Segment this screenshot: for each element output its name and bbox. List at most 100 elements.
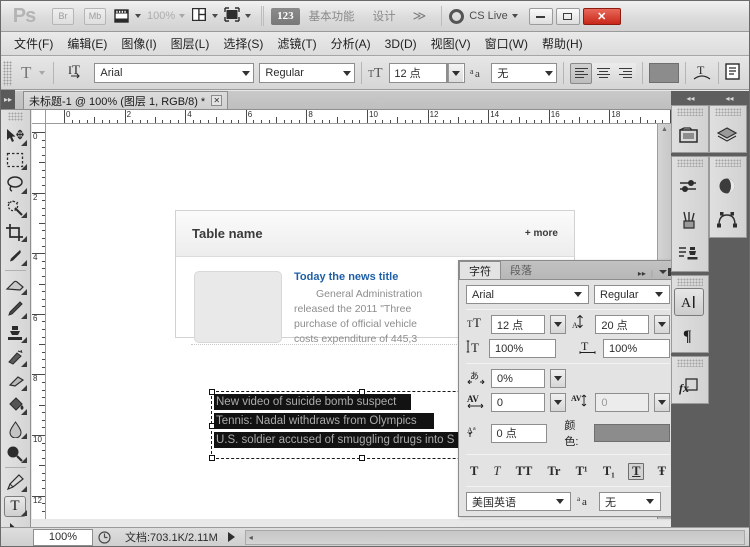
horizontal-ruler[interactable]: 02468101214161820 [46,110,671,124]
zoom-level-control[interactable]: 100% [144,1,188,32]
document-tab[interactable]: 未标题-1 @ 100% (图层 1, RGB/8) * ✕ [23,91,228,109]
resize-handle-n[interactable] [359,389,365,395]
sidebar-item-crop-tool[interactable] [1,220,29,244]
anti-alias-select[interactable]: 无 [491,63,557,83]
char-font-style-select[interactable]: Regular [594,285,670,304]
toggle-char-paragraph-panels-button[interactable] [725,63,741,83]
char-font-size-stepper[interactable] [550,315,566,334]
dock-group-grip[interactable] [677,278,703,286]
sidebar-item-quick-selection-tool[interactable] [1,196,29,220]
restore-button[interactable] [556,8,580,25]
align-left-button[interactable] [570,63,592,84]
dock-group-grip[interactable] [677,359,703,367]
close-icon[interactable]: ✕ [211,95,222,106]
menu-3d[interactable]: 3D(D) [378,34,424,54]
more-link[interactable]: + more [525,228,558,239]
menu-window[interactable]: 窗口(W) [478,32,535,55]
tab-paragraph[interactable]: 段落 [501,261,541,279]
char-tracking-input[interactable]: 0 [595,393,649,412]
text-orientation-button[interactable]: I T [60,63,94,84]
workspace-essentials[interactable]: 基本功能 [300,1,364,32]
minimize-button[interactable] [529,8,553,25]
faux-bold-button[interactable]: T [468,463,480,480]
char-font-family-select[interactable]: Arial [466,285,589,304]
ruler-corner[interactable] [32,110,46,124]
character-panel-icon-button[interactable]: A [674,288,704,316]
sidebar-item-brush-tool[interactable] [1,297,29,321]
faux-italic-button[interactable]: T [492,463,503,480]
menu-edit[interactable]: 编辑(E) [60,32,114,55]
screen-mode-button[interactable] [221,1,254,32]
vertical-ruler[interactable]: 024681012 [32,124,46,519]
color-icon-button[interactable] [710,169,744,203]
char-kerning-input[interactable]: 0 [491,393,545,412]
layers-icon-button[interactable] [710,118,744,152]
font-size-input[interactable]: 12 点 [389,63,447,83]
char-color-swatch[interactable] [594,424,670,442]
cs-live-button[interactable]: CS Live [449,9,518,24]
sidebar-item-eraser-tool[interactable] [1,369,29,393]
options-bar-grip[interactable] [3,61,12,86]
resize-handle-sw[interactable] [209,455,215,461]
current-tool-preset[interactable]: T [15,63,47,83]
superscript-button[interactable]: T¹ [574,463,590,480]
resize-handle-s[interactable] [359,455,365,461]
char-vertical-scale-input[interactable]: 100% [489,339,556,358]
menu-layer[interactable]: 图层(L) [164,32,217,55]
styles-fx-icon-button[interactable]: fx [672,369,706,403]
sidebar-item-clone-stamp-tool[interactable] [1,321,29,345]
sidebar-item-lasso-tool[interactable] [1,172,29,196]
font-size-stepper[interactable] [447,63,465,83]
dock-group-grip[interactable] [715,159,741,167]
arrange-documents-button[interactable] [188,1,221,32]
char-tsume-stepper[interactable] [550,369,566,388]
tools-panel-grip[interactable] [8,112,23,121]
paths-icon-button[interactable] [710,203,744,237]
align-center-button[interactable] [592,63,614,84]
workspace-design[interactable]: 设计 [364,1,405,32]
sidebar-item-type-tool[interactable]: T [1,494,29,518]
tabstrip-grip[interactable]: ▸▸ [1,90,15,109]
zoom-input[interactable]: 100% [33,529,93,546]
sidebar-item-dodge-tool[interactable] [1,441,29,465]
view-extras-button[interactable] [111,1,144,32]
status-expand-icon[interactable] [228,532,235,542]
workspace-123[interactable]: 123 [271,8,300,25]
brush-presets-icon-button[interactable] [672,203,706,237]
adjustments-icon-button[interactable] [672,169,706,203]
scroll-up-icon[interactable]: ▲ [661,126,668,133]
char-kerning-stepper[interactable] [550,393,566,412]
workspace-more-icon[interactable]: ≫ [405,8,435,24]
menu-file[interactable]: 文件(F) [7,32,60,55]
text-color-swatch[interactable] [649,63,679,83]
menu-select[interactable]: 选择(S) [216,32,270,55]
sidebar-item-history-brush-tool[interactable] [1,345,29,369]
char-leading-input[interactable]: 20 点 [595,315,649,334]
warp-text-button[interactable]: T [692,63,712,84]
menu-image[interactable]: 图像(I) [114,32,163,55]
menu-help[interactable]: 帮助(H) [535,32,590,55]
dock-group-grip[interactable] [715,108,741,116]
char-tracking-stepper[interactable] [654,393,670,412]
sidebar-item-move-tool[interactable] [1,124,29,148]
sidebar-item-pen-tool[interactable] [1,470,29,494]
char-leading-stepper[interactable] [654,315,670,334]
bridge-button[interactable]: Br [52,8,74,25]
sidebar-item-blur-tool[interactable] [1,417,29,441]
collapse-dock-left-icon[interactable]: ◂◂ [671,91,710,105]
menu-view[interactable]: 视图(V) [424,32,478,55]
subscript-button[interactable]: T₁ [601,463,617,480]
all-caps-button[interactable]: TT [514,463,535,480]
mini-bridge-icon-button[interactable] [672,118,706,152]
resize-handle-nw[interactable] [209,389,215,395]
clone-source-icon-button[interactable] [672,237,706,271]
char-anti-alias-select[interactable]: 无 [599,492,661,511]
dock-group-grip[interactable] [677,159,703,167]
strikethrough-button[interactable]: Ŧ [656,463,668,480]
sidebar-item-gradient-tool[interactable] [1,393,29,417]
font-style-select[interactable]: Regular [259,63,355,83]
dock-group-grip[interactable] [677,108,703,116]
char-font-size-input[interactable]: 12 点 [491,315,545,334]
char-horizontal-scale-input[interactable]: 100% [603,339,670,358]
align-right-button[interactable] [614,63,636,84]
